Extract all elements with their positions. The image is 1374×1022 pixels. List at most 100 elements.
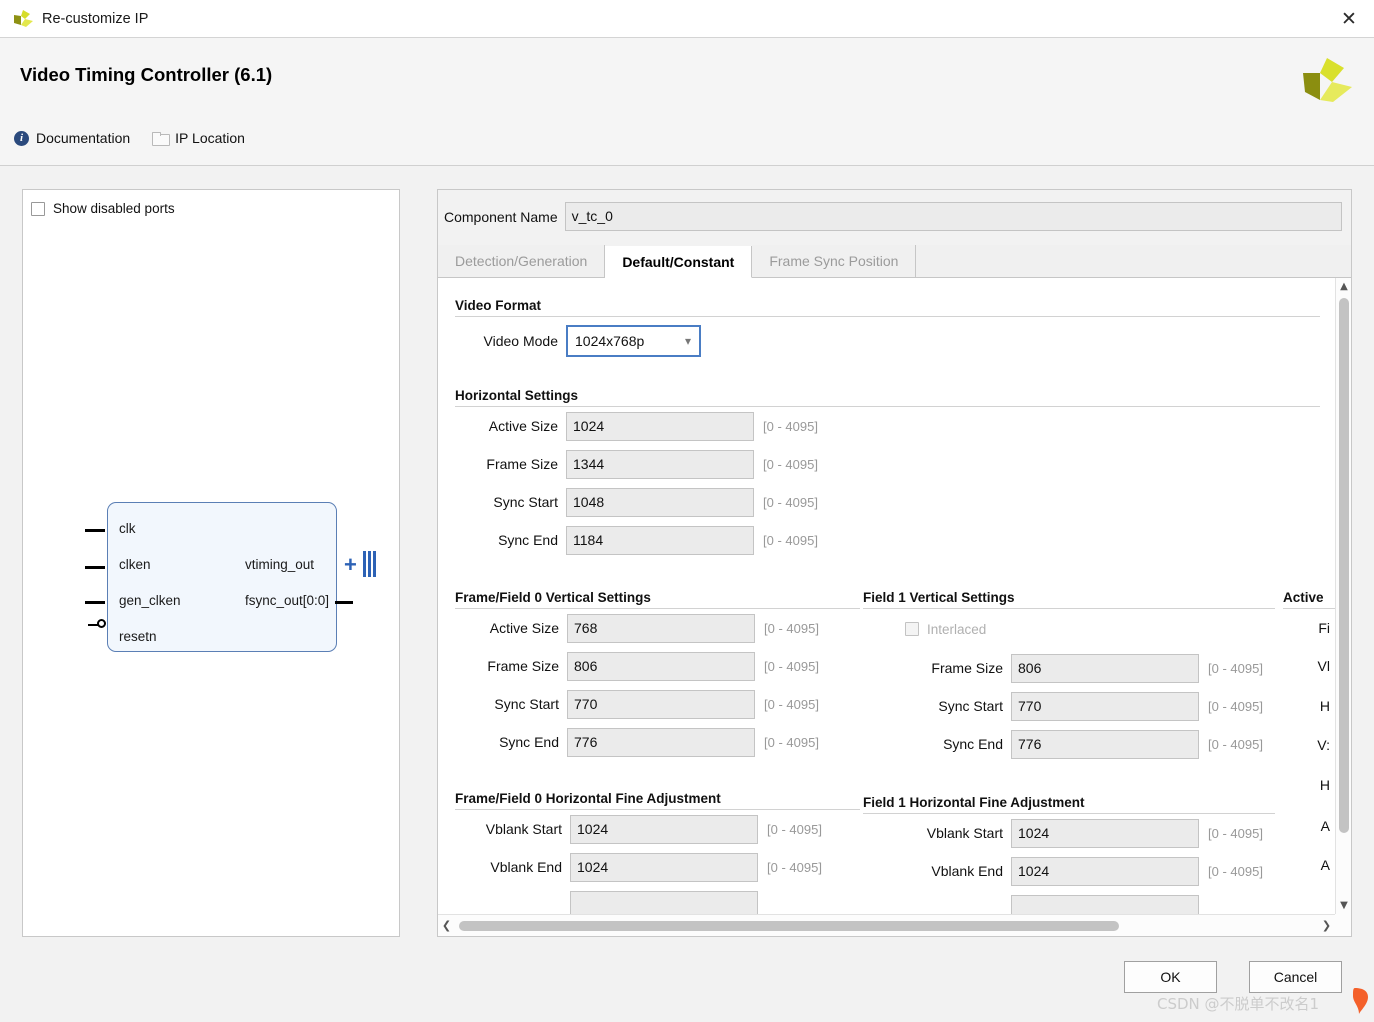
window-title: Re-customize IP [42,10,149,27]
h-active-size-input[interactable]: 1024 [566,411,754,441]
horizontal-scroll-thumb[interactable] [459,921,1119,931]
section-title-field1-vertical: Field 1 Vertical Settings [863,590,1015,605]
field-row-h-sync-end: Sync End 1184 [0 - 4095] [455,521,1320,559]
h-sync-end-range: [0 - 4095] [763,532,818,548]
component-name-input[interactable]: v_tc_0 [564,202,1342,231]
h1-vblank-start-range: [0 - 4095] [1208,825,1263,841]
expand-bus-icon[interactable]: + [344,554,357,576]
tab-default-constant[interactable]: Default/Constant [605,246,753,278]
port-label-fsync-out: fsync_out[0:0] [245,593,330,608]
clipped-label-3: V: [1317,737,1330,753]
section-title-field1-hfine: Field 1 Horizontal Fine Adjustment [863,795,1085,810]
field-row-h1-partial [863,890,1275,914]
h1-vblank-start-input[interactable]: 1024 [1011,818,1199,848]
video-mode-select[interactable]: 1024x768p ▾ [566,325,701,357]
h1-vblank-end-label: Vblank End [931,863,1003,879]
ip-config-panel: Component Name v_tc_0 Detection/Generati… [437,189,1352,937]
h-frame-size-label: Frame Size [486,456,558,472]
scroll-up-icon[interactable]: ▲ [1336,278,1351,295]
h-sync-start-label: Sync Start [493,494,558,510]
scroll-right-icon[interactable]: ❯ [1318,915,1335,936]
section-active-clipped: Active Fi Vl H V: H A A [1283,590,1335,884]
show-disabled-ports-row[interactable]: Show disabled ports [31,201,175,216]
ip-symbol-panel: Show disabled ports clk clken gen_clken … [22,189,400,937]
vertical-scrollbar[interactable]: ▲ ▼ [1335,278,1351,914]
field-row-v1-sync-start: Sync Start 770 [0 - 4095] [863,687,1275,725]
port-label-clken: clken [119,557,151,572]
v0-active-size-label: Active Size [489,620,559,636]
v1-frame-size-input[interactable]: 806 [1011,653,1199,683]
vertical-scroll-thumb[interactable] [1339,298,1349,833]
window-title-bar: Re-customize IP ✕ [0,0,1374,38]
v0-sync-start-range: [0 - 4095] [764,696,819,712]
v0-active-size-range: [0 - 4095] [764,620,819,636]
h0-vblank-end-input[interactable]: 1024 [570,852,758,882]
section-title-horizontal-settings: Horizontal Settings [455,388,579,403]
section-horizontal-settings: Horizontal Settings Active Size 1024 [0 … [455,388,1320,559]
section-title-field0-vertical: Frame/Field 0 Vertical Settings [455,590,651,605]
field-row-h-sync-start: Sync Start 1048 [0 - 4095] [455,483,1320,521]
h-sync-start-input[interactable]: 1048 [566,487,754,517]
clipped-row-4: H [1283,764,1335,805]
field-row-h0-vblank-end: Vblank End 1024 [0 - 4095] [455,848,860,886]
page-title: Video Timing Controller (6.1) [20,64,273,85]
interlaced-checkbox[interactable] [905,622,919,636]
scroll-left-icon[interactable]: ❮ [438,915,455,936]
xilinx-logo [1298,56,1354,108]
component-name-label: Component Name [444,208,558,225]
tab-frame-sync-position[interactable]: Frame Sync Position [752,245,917,277]
v0-active-size-input[interactable]: 768 [567,613,755,643]
ok-button[interactable]: OK [1124,961,1217,993]
clipped-row-2: H [1283,685,1335,726]
clipped-label-6: A [1320,857,1330,873]
ip-block-symbol: clk clken gen_clken resetn vtiming_out +… [85,502,376,652]
v1-sync-start-range: [0 - 4095] [1208,698,1263,714]
h0-partial-input[interactable] [570,890,758,914]
clipped-row-1: Vl [1283,647,1335,685]
documentation-link[interactable]: i Documentation [14,130,130,146]
v1-sync-end-range: [0 - 4095] [1208,736,1263,752]
scrollbar-corner [1335,914,1351,936]
h-active-size-range: [0 - 4095] [763,418,818,434]
tab-panel-default-constant: Video Format Video Mode 1024x768p ▾ Hori… [438,278,1351,936]
clipped-label-1: Vl [1317,658,1330,674]
v0-sync-end-label: Sync End [499,734,559,750]
clipped-label-0: Fi [1318,620,1330,636]
h1-vblank-end-input[interactable]: 1024 [1011,856,1199,886]
close-icon[interactable]: ✕ [1324,0,1374,37]
show-disabled-ports-label: Show disabled ports [53,201,175,216]
video-mode-label: Video Mode [483,333,558,349]
ip-location-link[interactable]: IP Location [152,130,245,146]
pin-stub-gen-clken [85,601,105,604]
v0-sync-start-label: Sync Start [494,696,559,712]
h1-vblank-start-label: Vblank Start [926,825,1003,841]
v0-sync-start-input[interactable]: 770 [567,689,755,719]
h-sync-end-input[interactable]: 1184 [566,525,754,555]
h-frame-size-input[interactable]: 1344 [566,449,754,479]
field-row-v0-sync-end: Sync End 776 [0 - 4095] [455,723,860,761]
folder-icon [152,132,171,146]
v0-frame-size-input[interactable]: 806 [567,651,755,681]
info-icon: i [14,130,29,146]
v0-sync-end-input[interactable]: 776 [567,727,755,757]
h-sync-end-label: Sync End [498,532,558,548]
section-field0-vertical: Frame/Field 0 Vertical Settings Active S… [455,590,860,761]
scroll-down-icon[interactable]: ▼ [1336,897,1351,914]
tab-bar-filler [916,245,1351,277]
clipped-label-2: H [1319,697,1330,714]
field-row-video-mode: Video Mode 1024x768p ▾ [455,317,1320,365]
h0-vblank-start-input[interactable]: 1024 [570,814,758,844]
v1-sync-end-input[interactable]: 776 [1011,729,1199,759]
clipped-row-5: A [1283,805,1335,846]
show-disabled-ports-checkbox[interactable] [31,201,45,216]
cancel-button[interactable]: Cancel [1249,961,1342,993]
field-row-interlaced: Interlaced [863,609,1275,649]
tab-detection-generation[interactable]: Detection/Generation [438,245,606,277]
field-row-h1-vblank-start: Vblank Start 1024 [0 - 4095] [863,814,1275,852]
header-links: i Documentation IP Location [14,130,245,146]
ip-location-label: IP Location [175,130,245,146]
h1-partial-input[interactable] [1011,894,1199,914]
horizontal-scrollbar[interactable]: ❮ ❯ [438,914,1335,936]
v1-sync-start-input[interactable]: 770 [1011,691,1199,721]
clipped-label-5: A [1320,817,1330,834]
